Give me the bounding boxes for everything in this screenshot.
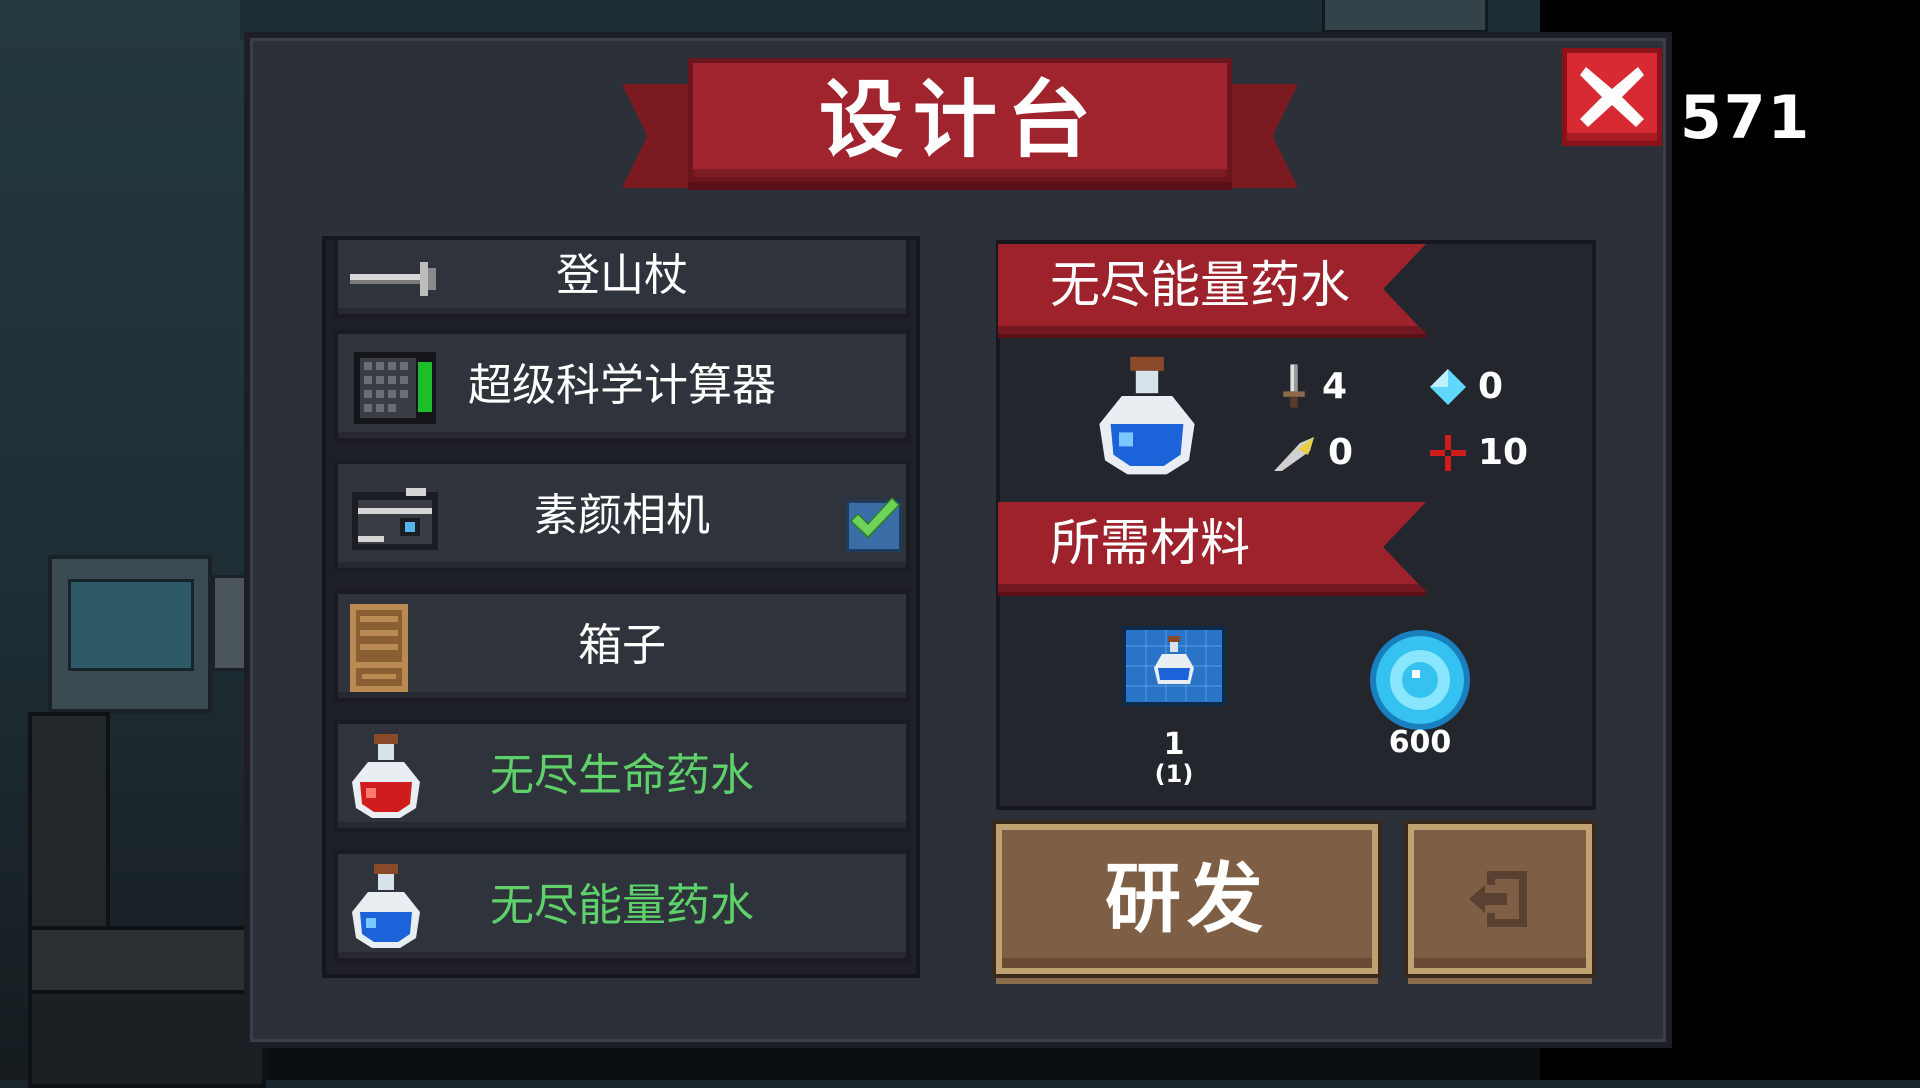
crosshair-icon xyxy=(1430,434,1466,471)
page-title: 设计台 xyxy=(818,71,1101,169)
exit-icon xyxy=(1469,871,1527,927)
sword-icon xyxy=(1283,364,1305,408)
stat-accuracy: 10 xyxy=(1428,432,1528,473)
item-label: 无尽生命药水 xyxy=(490,750,754,801)
checkmark-icon xyxy=(850,497,900,539)
item-label: 超级科学计算器 xyxy=(468,360,776,411)
list-item-energy-potion[interactable]: 无尽能量药水 xyxy=(334,850,910,962)
item-label: 无尽能量药水 xyxy=(490,880,754,931)
list-item-calculator[interactable]: 超级科学计算器 xyxy=(334,330,910,442)
item-label: 登山杖 xyxy=(556,250,688,301)
stat-crit: 0 xyxy=(1270,432,1353,473)
list-item-climbing-stick[interactable]: 登山杖 xyxy=(334,240,910,318)
detail-blue-potion-icon xyxy=(1099,356,1195,475)
material-gem-count: 600 xyxy=(1388,725,1452,760)
background-counter xyxy=(28,926,266,994)
hud-counter: 571 xyxy=(1680,83,1812,153)
material-blueprint-count: 1 xyxy=(1163,727,1185,762)
detail-title-ribbon: 无尽能量药水 xyxy=(998,244,1426,334)
energy-crystal-icon xyxy=(1430,368,1466,405)
exit-button[interactable] xyxy=(1408,824,1592,974)
research-button[interactable]: 研发 xyxy=(996,824,1378,974)
list-item-life-potion[interactable]: 无尽生命药水 xyxy=(334,720,910,832)
gem-coin-icon xyxy=(1370,630,1470,730)
stat-attack-value: 4 xyxy=(1322,365,1348,407)
background-monitor xyxy=(48,555,212,713)
close-button[interactable] xyxy=(1562,48,1662,146)
potion-blueprint-icon xyxy=(1122,626,1226,706)
materials-ribbon: 所需材料 xyxy=(998,502,1426,592)
research-button-label: 研发 xyxy=(1105,854,1269,943)
selected-checkbox[interactable] xyxy=(846,497,902,552)
materials-title: 所需材料 xyxy=(1050,514,1250,572)
feather-icon xyxy=(1274,436,1314,471)
stat-energy-value: 0 xyxy=(1478,366,1504,407)
title-banner: 设计台 xyxy=(688,58,1232,182)
background-machine xyxy=(1322,0,1488,33)
material-blueprint-owned: (1) xyxy=(1154,760,1194,788)
blueprint-list[interactable]: 登山杖 超级科学计算器 素颜相机 箱子 无尽生命药水 无尽能量药水 xyxy=(322,236,920,978)
detail-title: 无尽能量药水 xyxy=(1050,256,1350,314)
background-cabinet xyxy=(28,712,110,930)
stat-crit-value: 0 xyxy=(1328,432,1354,473)
close-icon xyxy=(1580,67,1644,127)
stat-attack: 4 xyxy=(1276,362,1347,410)
stat-accuracy-value: 10 xyxy=(1478,432,1529,473)
stat-energy: 0 xyxy=(1428,366,1503,407)
item-label: 箱子 xyxy=(578,620,666,671)
list-item-box[interactable]: 箱子 xyxy=(334,590,910,702)
background-counter-base xyxy=(28,990,266,1088)
item-label: 素颜相机 xyxy=(534,490,710,541)
list-item-camera[interactable]: 素颜相机 xyxy=(334,460,910,572)
background-monitor-screen xyxy=(68,579,194,671)
